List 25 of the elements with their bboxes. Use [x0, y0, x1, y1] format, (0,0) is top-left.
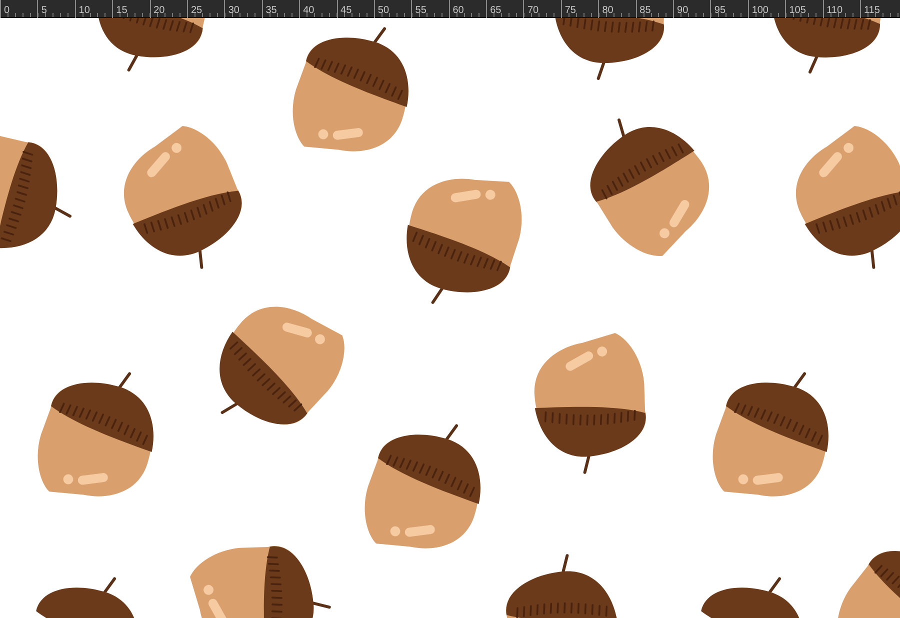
ruler-label: 75: [564, 4, 576, 18]
ruler-label: 15: [116, 4, 128, 18]
ruler-label: 95: [714, 4, 726, 18]
ruler-label: 70: [527, 4, 539, 18]
ruler-label: 55: [415, 4, 426, 18]
ruler-label: 40: [303, 4, 314, 18]
ruler-label: 35: [266, 4, 277, 18]
ruler-label: 80: [602, 4, 614, 18]
ruler-label: 30: [228, 4, 240, 18]
ruler-label: 20: [154, 4, 165, 18]
ruler-label: 90: [677, 4, 688, 18]
ruler-label: 115: [864, 4, 880, 18]
ruler-label: 25: [190, 4, 202, 18]
ruler-label: 100: [752, 4, 768, 18]
ruler-label: 60: [452, 4, 464, 18]
ruler-label: 0: [4, 4, 10, 18]
ruler-label: 10: [78, 4, 90, 18]
ruler-label: 65: [490, 4, 502, 18]
ruler-label: 110: [826, 4, 843, 18]
ruler-label: 5: [41, 4, 47, 18]
ruler-label: 85: [640, 4, 651, 18]
ruler-label: 105: [789, 4, 806, 18]
ruler-label: 45: [340, 4, 352, 18]
ruler-label: 50: [378, 4, 390, 18]
acorn-drawing: [837, 551, 900, 618]
